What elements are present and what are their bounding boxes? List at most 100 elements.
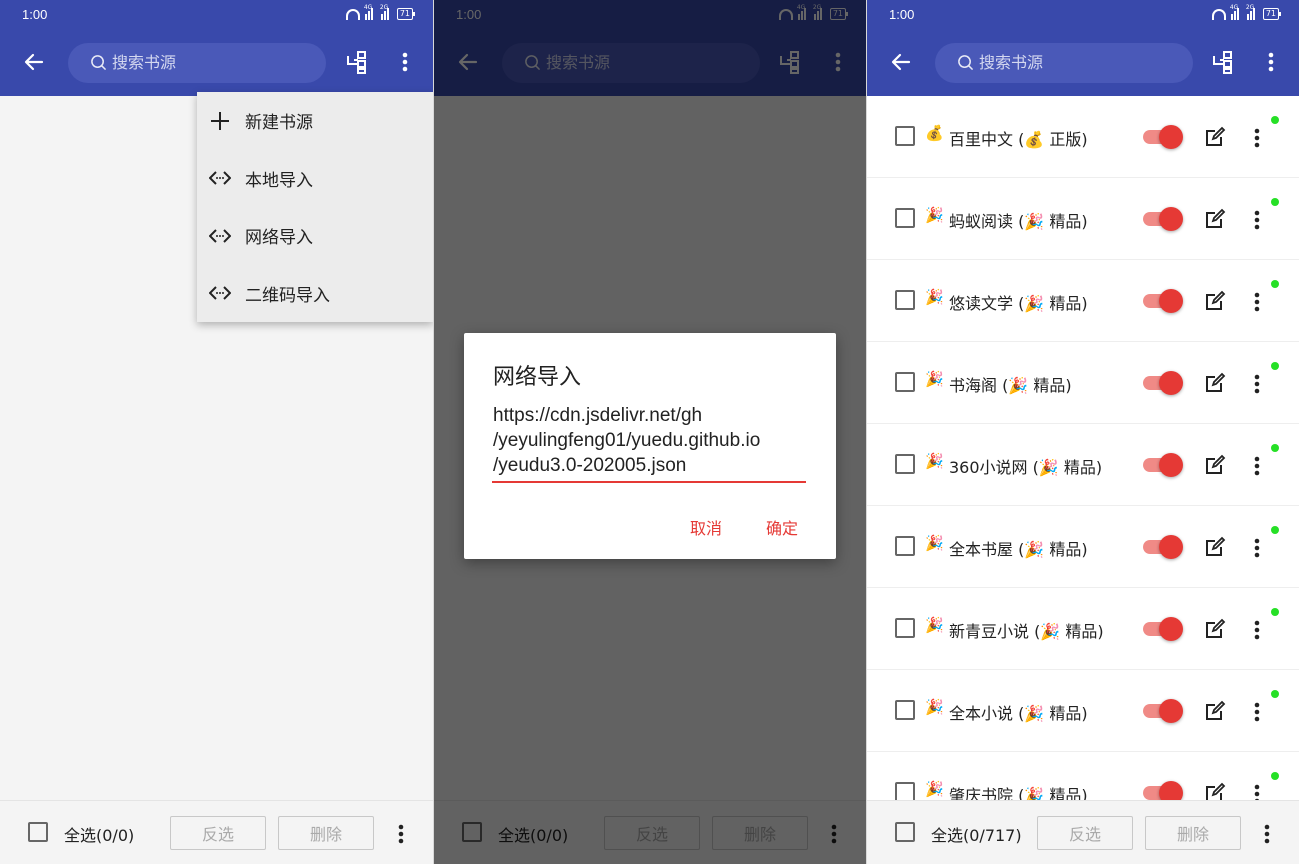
source-row[interactable]: 🎉 悠读文学 (🎉 精品) [867,260,1299,342]
source-row[interactable]: 🎉 新青豆小说 (🎉 精品) [867,588,1299,670]
source-row[interactable]: 💰 百里中文 (💰 正版) [867,96,1299,178]
status-dot [1271,772,1279,780]
invert-selection-button[interactable]: 反选 [1037,816,1133,850]
source-checkbox[interactable] [895,618,915,638]
edit-icon[interactable] [1204,454,1226,476]
edit-icon[interactable] [1204,618,1226,640]
menu-item-label: 网络导入 [245,228,313,249]
group-icon[interactable] [1211,50,1235,74]
source-row[interactable]: 🎉 书海阁 (🎉 精品) [867,342,1299,424]
enable-toggle[interactable] [1143,370,1183,396]
source-checkbox[interactable] [895,208,915,228]
edit-icon[interactable] [1204,700,1226,722]
edit-icon[interactable] [1204,126,1226,148]
enable-toggle[interactable] [1143,206,1183,232]
delete-button[interactable]: 删除 [278,816,374,850]
status-time: 1:00 [22,7,48,22]
search-input[interactable] [112,43,312,83]
delete-button[interactable]: 删除 [1145,816,1241,850]
menu-item-qr-import[interactable]: 二维码导入 [197,265,433,323]
source-checkbox[interactable] [895,126,915,146]
more-vert-icon[interactable] [1250,372,1264,396]
source-checkbox[interactable] [895,454,915,474]
enable-toggle[interactable] [1143,698,1183,724]
source-row[interactable]: 🎉 360小说网 (🎉 精品) [867,424,1299,506]
import-menu: 新建书源 本地导入 网络导入 二维码导入 [197,92,433,322]
back-arrow-icon[interactable] [889,50,913,74]
source-name: 书海阁 (🎉 精品) [949,376,1072,395]
back-arrow-icon[interactable] [22,50,46,74]
signal-icon: 2G [380,4,392,20]
status-dot [1271,526,1279,534]
enable-toggle[interactable] [1143,288,1183,314]
source-checkbox[interactable] [895,700,915,720]
source-emoji-icon: 🎉 [925,780,944,798]
menu-item-network-import[interactable]: 网络导入 [197,207,433,265]
search-box[interactable] [935,43,1193,83]
more-vert-icon[interactable] [1250,700,1264,724]
source-name: 全本书屋 (🎉 精品) [949,540,1088,559]
more-vert-icon[interactable] [1250,536,1264,560]
screen-import-menu: 1:00 4G 2G 71 新建书源 本地导入 网络导入 [0,0,433,864]
menu-item-label: 本地导入 [245,170,313,191]
more-vert-icon[interactable] [1250,618,1264,642]
edit-icon[interactable] [1204,290,1226,312]
code-icon [209,171,231,185]
ok-button[interactable]: 确定 [766,515,798,539]
enable-toggle[interactable] [1143,124,1183,150]
code-icon [209,229,231,243]
source-checkbox[interactable] [895,372,915,392]
more-vert-icon[interactable] [1250,126,1264,150]
source-checkbox[interactable] [895,536,915,556]
source-row[interactable]: 🎉 蚂蚁阅读 (🎉 精品) [867,178,1299,260]
enable-toggle[interactable] [1143,534,1183,560]
menu-item-local-import[interactable]: 本地导入 [197,150,433,208]
search-input[interactable] [979,43,1179,83]
status-time: 1:00 [889,7,915,22]
group-icon[interactable] [345,50,369,74]
source-row[interactable]: 🎉 全本小说 (🎉 精品) [867,670,1299,752]
cancel-button[interactable]: 取消 [690,515,722,539]
source-emoji-icon: 🎉 [925,452,944,470]
more-vert-icon[interactable] [1250,454,1264,478]
wifi-icon [345,8,360,20]
source-checkbox[interactable] [895,290,915,310]
search-box[interactable] [68,43,326,83]
search-icon [91,55,106,70]
url-line: https://cdn.jsdelivr.net/gh [493,405,703,426]
more-vert-icon[interactable] [395,50,415,74]
edit-icon[interactable] [1204,372,1226,394]
select-all-checkbox[interactable] [28,822,48,842]
select-all-checkbox[interactable] [895,822,915,842]
more-vert-icon[interactable] [1250,208,1264,232]
more-vert-icon[interactable] [1250,290,1264,314]
url-line: /yeyulingfeng01/yuedu.github.io [493,430,761,451]
enable-toggle[interactable] [1143,616,1183,642]
plus-icon [211,111,229,130]
status-dot [1271,198,1279,206]
toolbar [867,30,1299,96]
source-name: 悠读文学 (🎉 精品) [949,294,1088,313]
more-vert-icon[interactable] [1261,50,1281,74]
code-icon [209,286,231,300]
source-row[interactable]: 🎉 全本书屋 (🎉 精品) [867,506,1299,588]
more-vert-icon[interactable] [391,822,411,846]
invert-selection-button[interactable]: 反选 [170,816,266,850]
source-name: 新青豆小说 (🎉 精品) [949,622,1104,641]
source-checkbox[interactable] [895,782,915,802]
source-name: 360小说网 (🎉 精品) [949,458,1103,477]
select-all-label: 全选(0/717) [931,826,1022,845]
menu-item-new-source[interactable]: 新建书源 [197,92,433,150]
signal-icon: 2G [1246,4,1258,20]
url-input[interactable]: https://cdn.jsdelivr.net/gh /yeyulingfen… [493,403,811,478]
battery-icon: 71 [396,8,416,20]
source-emoji-icon: 🎉 [925,370,944,388]
url-line: /yeudu3.0-202005.json [493,455,687,476]
enable-toggle[interactable] [1143,452,1183,478]
source-emoji-icon: 🎉 [925,616,944,634]
edit-icon[interactable] [1204,208,1226,230]
more-vert-icon[interactable] [1257,822,1277,846]
edit-icon[interactable] [1204,536,1226,558]
status-dot [1271,690,1279,698]
source-list: 💰 百里中文 (💰 正版) 🎉 蚂蚁阅读 (🎉 精品) 🎉 悠读文学 (🎉 精品… [867,96,1299,834]
